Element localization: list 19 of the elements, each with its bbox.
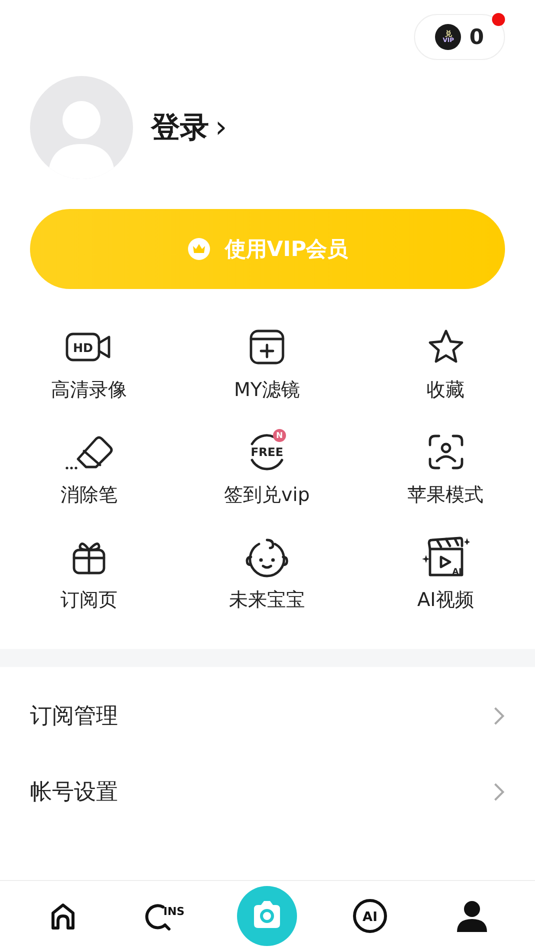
feature-item[interactable]: 收藏 (426, 377, 464, 403)
feature-item[interactable]: 订阅页 (60, 587, 118, 613)
menu-item[interactable]: 订阅管理 (30, 701, 118, 731)
feature-item[interactable]: 未来宝宝 (229, 587, 305, 613)
new-badge: N (273, 429, 286, 442)
plus-square-icon (248, 328, 286, 366)
feature-item[interactable]: 高清录像 (51, 377, 127, 403)
crown-icon (186, 237, 211, 261)
feature-item[interactable]: MY滤镜 (234, 377, 300, 403)
menu-item[interactable]: 帐号设置 (30, 777, 118, 807)
ai-icon[interactable]: AI (352, 898, 388, 934)
face-scan-icon (426, 433, 464, 471)
feature-item[interactable]: 苹果模式 (408, 482, 484, 508)
feature-item[interactable]: 签到兑vip (224, 482, 310, 508)
feature-item[interactable]: AI视频 (417, 587, 474, 613)
chevron-icon (493, 706, 505, 726)
feature-item[interactable]: 消除笔 (60, 482, 118, 508)
chevron-icon (493, 782, 505, 802)
login-link[interactable]: 登录 › (151, 108, 227, 148)
